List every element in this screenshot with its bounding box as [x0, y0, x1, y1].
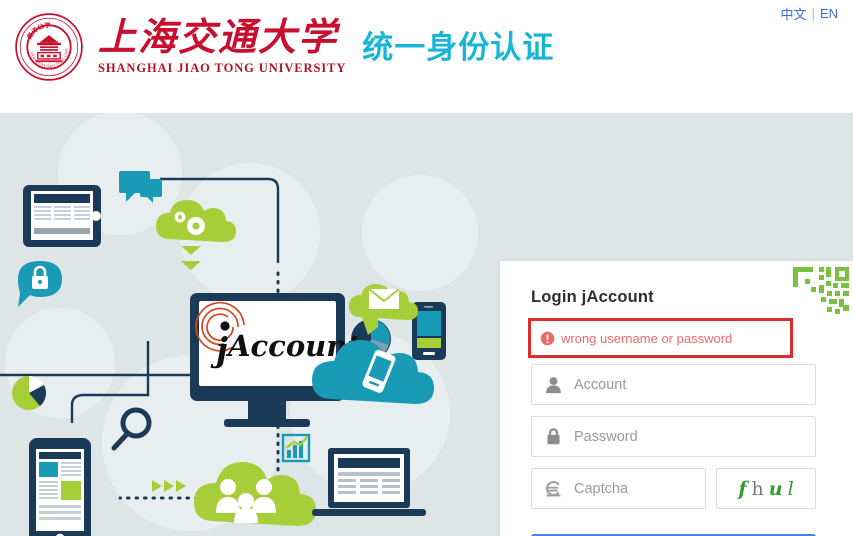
laptop-icon — [312, 448, 426, 516]
panel-title: Login jAccount — [531, 288, 654, 306]
lock-icon — [547, 428, 560, 445]
language-separator: | — [811, 6, 815, 21]
page-header: 中文 | EN 南洋公学 SHANGHAI JIAO TONG UNIVERSI… — [0, 0, 853, 113]
brand-logo[interactable]: 南洋公学 SHANGHAI JIAO TONG UNIVERSITY — [14, 12, 554, 82]
login-page: 中文 | EN 南洋公学 SHANGHAI JIAO TONG UNIVERSI… — [0, 0, 853, 536]
brand-text: 上海交通大学 SHANGHAI JIAO TONG UNIVERSITY 统一身… — [98, 15, 555, 76]
phone-content-icon — [29, 438, 91, 536]
captcha-refresh-icon — [546, 481, 561, 497]
captcha-char-2: u — [768, 477, 783, 500]
language-switcher: 中文 | EN — [781, 4, 838, 23]
language-english-link[interactable]: EN — [820, 6, 838, 21]
system-name-zh: 统一身份认证 — [362, 30, 555, 67]
captcha-char-0: f — [738, 477, 747, 500]
sjtu-seal-icon: 南洋公学 SHANGHAI JIAO TONG UNIVERSITY — [14, 12, 83, 81]
content-stage: j Account Login jAccount wrong username … — [0, 113, 853, 536]
tablet-icon — [23, 185, 101, 247]
error-message-text: wrong username or password — [561, 330, 733, 346]
language-chinese-link[interactable]: 中文 — [781, 4, 807, 23]
captcha-field[interactable] — [531, 468, 706, 509]
security-lock-icon — [18, 261, 62, 307]
university-name-zh: 上海交通大学 — [98, 15, 339, 60]
error-exclamation-icon — [540, 331, 555, 345]
error-message-box: wrong username or password — [528, 318, 793, 358]
university-name-en: SHANGHAI JIAO TONG UNIVERSITY — [98, 60, 347, 75]
university-name-block: 上海交通大学 SHANGHAI JIAO TONG UNIVERSITY — [98, 15, 347, 76]
jaccount-services-illustration: j Account — [0, 113, 478, 536]
account-input[interactable] — [574, 365, 815, 404]
pie-chart-green-icon — [12, 376, 47, 410]
captcha-char-1: h — [751, 477, 764, 500]
account-field[interactable] — [531, 364, 816, 405]
qr-code-icon — [793, 267, 849, 314]
login-panel: Login jAccount wrong username or passwor… — [500, 261, 853, 536]
captcha-char-3: l — [787, 477, 794, 500]
password-field[interactable] — [531, 416, 816, 457]
captcha-input[interactable] — [574, 469, 705, 508]
captcha-image[interactable]: f h u l — [716, 468, 816, 509]
user-icon — [546, 377, 561, 394]
password-input[interactable] — [574, 417, 815, 456]
